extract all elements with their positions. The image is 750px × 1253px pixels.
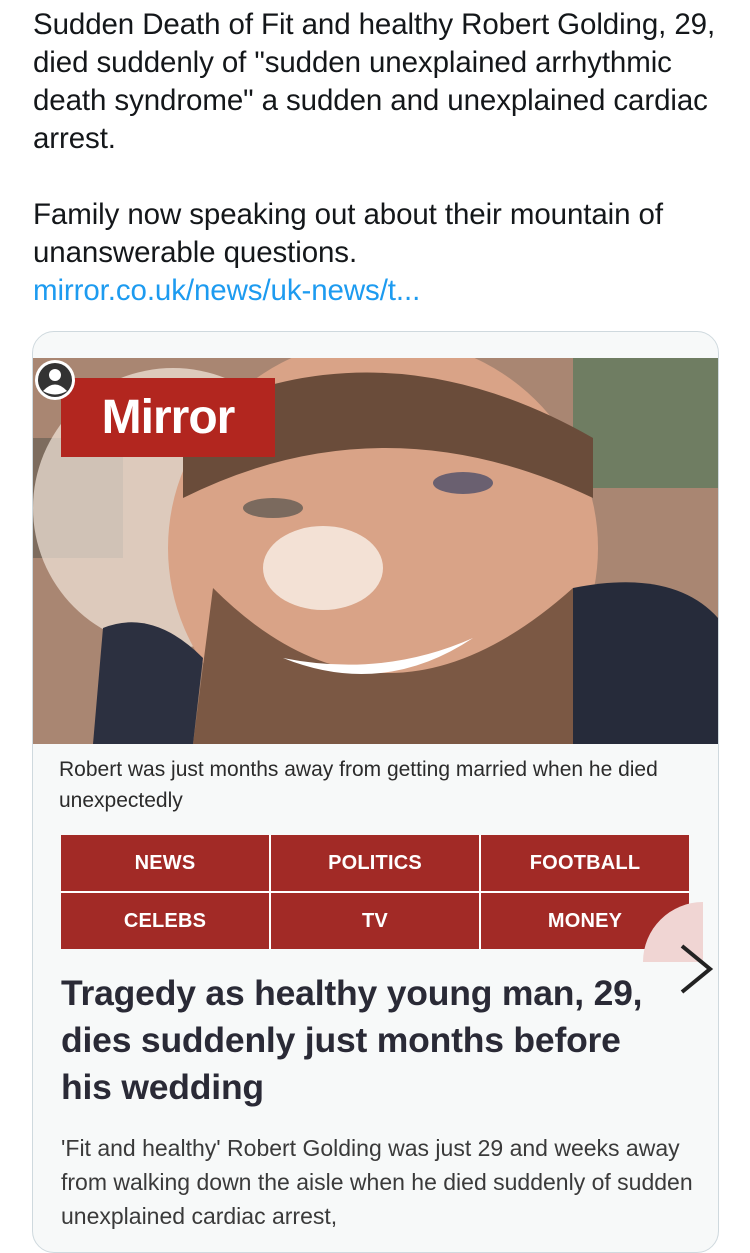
- tweet-link[interactable]: mirror.co.uk/news/uk-news/t...: [33, 272, 723, 310]
- article-headline[interactable]: Tragedy as healthy young man, 29, dies s…: [61, 970, 681, 1111]
- tweet-paragraph-2: Family now speaking out about their moun…: [33, 198, 663, 269]
- tweet-text: Sudden Death of Fit and healthy Robert G…: [33, 6, 723, 310]
- link-preview-card[interactable]: Mirror Robert was just months away from …: [32, 331, 719, 1253]
- chevron-right-icon[interactable]: [676, 942, 716, 996]
- mirror-logo: Mirror: [61, 378, 275, 457]
- nav-celebs[interactable]: CELEBS: [61, 893, 269, 949]
- user-account-icon[interactable]: [33, 358, 77, 402]
- nav-politics[interactable]: POLITICS: [271, 835, 479, 891]
- photo-caption: Robert was just months away from getting…: [59, 758, 658, 812]
- article-summary: 'Fit and healthy' Robert Golding was jus…: [61, 1135, 693, 1229]
- nav-football[interactable]: FOOTBALL: [481, 835, 689, 891]
- nav-tv[interactable]: TV: [271, 893, 479, 949]
- section-nav: NEWS POLITICS FOOTBALL CELEBS TV MONEY: [61, 835, 689, 949]
- tweet-paragraph-1: Sudden Death of Fit and healthy Robert G…: [33, 8, 716, 155]
- nav-news[interactable]: NEWS: [61, 835, 269, 891]
- article-photo: Mirror: [33, 358, 718, 744]
